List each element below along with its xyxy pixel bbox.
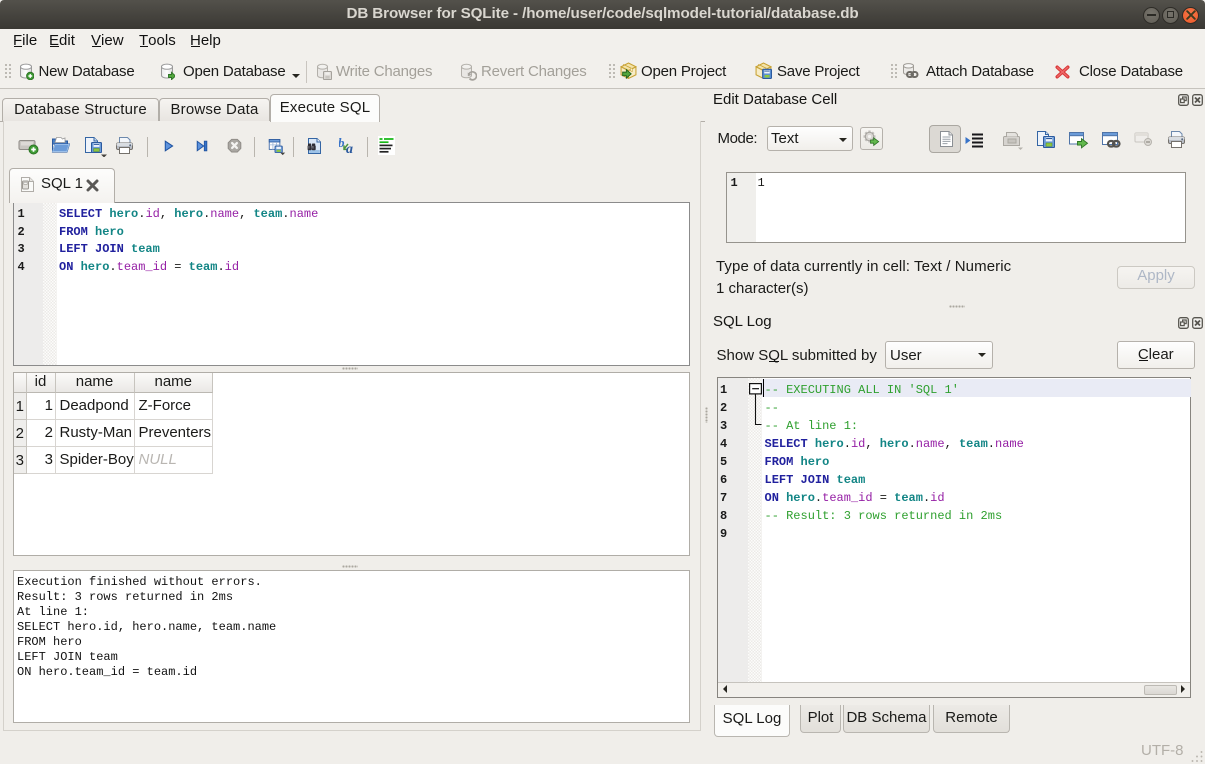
svg-text:a: a bbox=[346, 142, 353, 154]
